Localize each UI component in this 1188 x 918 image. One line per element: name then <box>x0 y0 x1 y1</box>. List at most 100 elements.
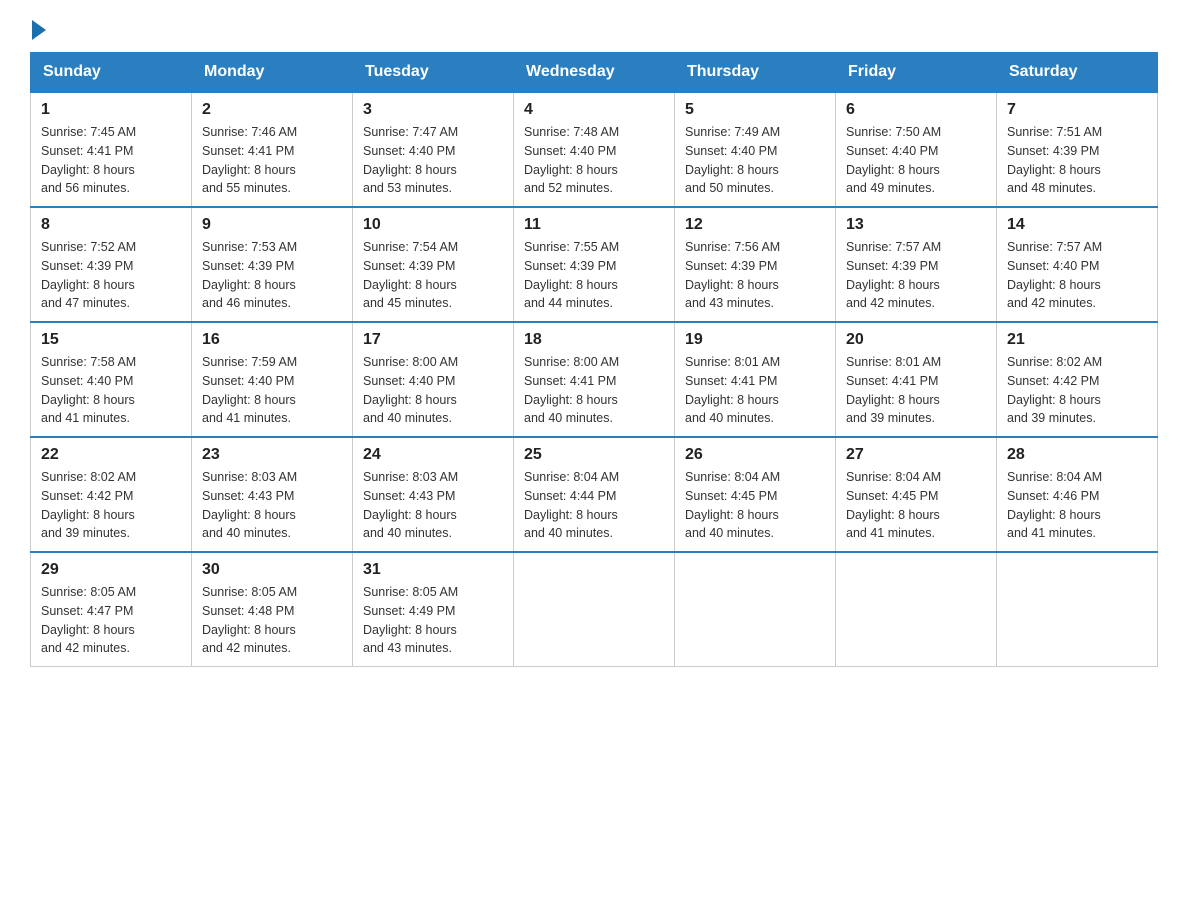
page-header <box>30 20 1158 32</box>
day-number: 20 <box>846 331 986 349</box>
calendar-day-cell: 28 Sunrise: 8:04 AMSunset: 4:46 PMDaylig… <box>997 437 1158 552</box>
day-number: 24 <box>363 446 503 464</box>
calendar-day-cell <box>997 552 1158 667</box>
day-number: 2 <box>202 101 342 119</box>
day-of-week-header: Wednesday <box>514 53 675 93</box>
calendar-day-cell: 16 Sunrise: 7:59 AMSunset: 4:40 PMDaylig… <box>192 322 353 437</box>
day-number: 29 <box>41 561 181 579</box>
day-info: Sunrise: 7:53 AMSunset: 4:39 PMDaylight:… <box>202 240 297 310</box>
day-number: 3 <box>363 101 503 119</box>
day-info: Sunrise: 7:50 AMSunset: 4:40 PMDaylight:… <box>846 125 941 195</box>
day-number: 31 <box>363 561 503 579</box>
day-info: Sunrise: 7:59 AMSunset: 4:40 PMDaylight:… <box>202 355 297 425</box>
day-info: Sunrise: 8:04 AMSunset: 4:45 PMDaylight:… <box>685 470 780 540</box>
calendar-week-row: 8 Sunrise: 7:52 AMSunset: 4:39 PMDayligh… <box>31 207 1158 322</box>
calendar-day-cell: 22 Sunrise: 8:02 AMSunset: 4:42 PMDaylig… <box>31 437 192 552</box>
day-number: 7 <box>1007 101 1147 119</box>
day-number: 26 <box>685 446 825 464</box>
calendar-day-cell: 11 Sunrise: 7:55 AMSunset: 4:39 PMDaylig… <box>514 207 675 322</box>
day-number: 23 <box>202 446 342 464</box>
calendar-week-row: 29 Sunrise: 8:05 AMSunset: 4:47 PMDaylig… <box>31 552 1158 667</box>
day-number: 25 <box>524 446 664 464</box>
day-info: Sunrise: 7:47 AMSunset: 4:40 PMDaylight:… <box>363 125 458 195</box>
day-info: Sunrise: 7:45 AMSunset: 4:41 PMDaylight:… <box>41 125 136 195</box>
day-of-week-header: Monday <box>192 53 353 93</box>
day-info: Sunrise: 8:05 AMSunset: 4:48 PMDaylight:… <box>202 585 297 655</box>
calendar-day-cell: 14 Sunrise: 7:57 AMSunset: 4:40 PMDaylig… <box>997 207 1158 322</box>
day-number: 17 <box>363 331 503 349</box>
day-number: 27 <box>846 446 986 464</box>
calendar-day-cell: 7 Sunrise: 7:51 AMSunset: 4:39 PMDayligh… <box>997 92 1158 207</box>
day-info: Sunrise: 7:58 AMSunset: 4:40 PMDaylight:… <box>41 355 136 425</box>
day-info: Sunrise: 8:00 AMSunset: 4:40 PMDaylight:… <box>363 355 458 425</box>
calendar-day-cell: 2 Sunrise: 7:46 AMSunset: 4:41 PMDayligh… <box>192 92 353 207</box>
day-number: 19 <box>685 331 825 349</box>
day-header-row: SundayMondayTuesdayWednesdayThursdayFrid… <box>31 53 1158 93</box>
day-number: 11 <box>524 216 664 234</box>
calendar-day-cell: 19 Sunrise: 8:01 AMSunset: 4:41 PMDaylig… <box>675 322 836 437</box>
day-info: Sunrise: 7:46 AMSunset: 4:41 PMDaylight:… <box>202 125 297 195</box>
calendar-day-cell: 3 Sunrise: 7:47 AMSunset: 4:40 PMDayligh… <box>353 92 514 207</box>
calendar-week-row: 22 Sunrise: 8:02 AMSunset: 4:42 PMDaylig… <box>31 437 1158 552</box>
calendar-day-cell: 8 Sunrise: 7:52 AMSunset: 4:39 PMDayligh… <box>31 207 192 322</box>
calendar-day-cell: 27 Sunrise: 8:04 AMSunset: 4:45 PMDaylig… <box>836 437 997 552</box>
calendar-day-cell: 24 Sunrise: 8:03 AMSunset: 4:43 PMDaylig… <box>353 437 514 552</box>
day-number: 22 <box>41 446 181 464</box>
day-info: Sunrise: 7:49 AMSunset: 4:40 PMDaylight:… <box>685 125 780 195</box>
day-info: Sunrise: 8:04 AMSunset: 4:46 PMDaylight:… <box>1007 470 1102 540</box>
day-info: Sunrise: 8:05 AMSunset: 4:47 PMDaylight:… <box>41 585 136 655</box>
calendar-day-cell: 13 Sunrise: 7:57 AMSunset: 4:39 PMDaylig… <box>836 207 997 322</box>
calendar-day-cell <box>675 552 836 667</box>
calendar-day-cell: 23 Sunrise: 8:03 AMSunset: 4:43 PMDaylig… <box>192 437 353 552</box>
day-number: 9 <box>202 216 342 234</box>
day-info: Sunrise: 8:00 AMSunset: 4:41 PMDaylight:… <box>524 355 619 425</box>
logo-arrow-icon <box>32 20 46 40</box>
calendar-day-cell: 30 Sunrise: 8:05 AMSunset: 4:48 PMDaylig… <box>192 552 353 667</box>
calendar-day-cell: 12 Sunrise: 7:56 AMSunset: 4:39 PMDaylig… <box>675 207 836 322</box>
day-number: 6 <box>846 101 986 119</box>
day-number: 1 <box>41 101 181 119</box>
calendar-day-cell: 15 Sunrise: 7:58 AMSunset: 4:40 PMDaylig… <box>31 322 192 437</box>
calendar-table: SundayMondayTuesdayWednesdayThursdayFrid… <box>30 52 1158 667</box>
day-info: Sunrise: 7:52 AMSunset: 4:39 PMDaylight:… <box>41 240 136 310</box>
day-number: 10 <box>363 216 503 234</box>
day-info: Sunrise: 7:48 AMSunset: 4:40 PMDaylight:… <box>524 125 619 195</box>
calendar-day-cell: 21 Sunrise: 8:02 AMSunset: 4:42 PMDaylig… <box>997 322 1158 437</box>
day-info: Sunrise: 8:01 AMSunset: 4:41 PMDaylight:… <box>685 355 780 425</box>
day-info: Sunrise: 7:57 AMSunset: 4:39 PMDaylight:… <box>846 240 941 310</box>
day-info: Sunrise: 7:51 AMSunset: 4:39 PMDaylight:… <box>1007 125 1102 195</box>
day-info: Sunrise: 8:01 AMSunset: 4:41 PMDaylight:… <box>846 355 941 425</box>
calendar-day-cell: 4 Sunrise: 7:48 AMSunset: 4:40 PMDayligh… <box>514 92 675 207</box>
calendar-day-cell: 26 Sunrise: 8:04 AMSunset: 4:45 PMDaylig… <box>675 437 836 552</box>
calendar-day-cell: 10 Sunrise: 7:54 AMSunset: 4:39 PMDaylig… <box>353 207 514 322</box>
calendar-day-cell: 29 Sunrise: 8:05 AMSunset: 4:47 PMDaylig… <box>31 552 192 667</box>
day-of-week-header: Friday <box>836 53 997 93</box>
day-number: 13 <box>846 216 986 234</box>
calendar-day-cell <box>836 552 997 667</box>
day-info: Sunrise: 8:02 AMSunset: 4:42 PMDaylight:… <box>1007 355 1102 425</box>
day-number: 12 <box>685 216 825 234</box>
day-of-week-header: Saturday <box>997 53 1158 93</box>
day-of-week-header: Thursday <box>675 53 836 93</box>
day-number: 4 <box>524 101 664 119</box>
day-info: Sunrise: 8:04 AMSunset: 4:45 PMDaylight:… <box>846 470 941 540</box>
calendar-day-cell <box>514 552 675 667</box>
calendar-day-cell: 5 Sunrise: 7:49 AMSunset: 4:40 PMDayligh… <box>675 92 836 207</box>
calendar-day-cell: 31 Sunrise: 8:05 AMSunset: 4:49 PMDaylig… <box>353 552 514 667</box>
calendar-day-cell: 20 Sunrise: 8:01 AMSunset: 4:41 PMDaylig… <box>836 322 997 437</box>
day-info: Sunrise: 7:57 AMSunset: 4:40 PMDaylight:… <box>1007 240 1102 310</box>
day-number: 14 <box>1007 216 1147 234</box>
day-of-week-header: Tuesday <box>353 53 514 93</box>
day-number: 18 <box>524 331 664 349</box>
day-info: Sunrise: 7:56 AMSunset: 4:39 PMDaylight:… <box>685 240 780 310</box>
calendar-week-row: 15 Sunrise: 7:58 AMSunset: 4:40 PMDaylig… <box>31 322 1158 437</box>
calendar-week-row: 1 Sunrise: 7:45 AMSunset: 4:41 PMDayligh… <box>31 92 1158 207</box>
calendar-day-cell: 1 Sunrise: 7:45 AMSunset: 4:41 PMDayligh… <box>31 92 192 207</box>
day-number: 8 <box>41 216 181 234</box>
day-number: 16 <box>202 331 342 349</box>
calendar-day-cell: 17 Sunrise: 8:00 AMSunset: 4:40 PMDaylig… <box>353 322 514 437</box>
calendar-day-cell: 9 Sunrise: 7:53 AMSunset: 4:39 PMDayligh… <box>192 207 353 322</box>
day-number: 30 <box>202 561 342 579</box>
day-of-week-header: Sunday <box>31 53 192 93</box>
calendar-day-cell: 18 Sunrise: 8:00 AMSunset: 4:41 PMDaylig… <box>514 322 675 437</box>
